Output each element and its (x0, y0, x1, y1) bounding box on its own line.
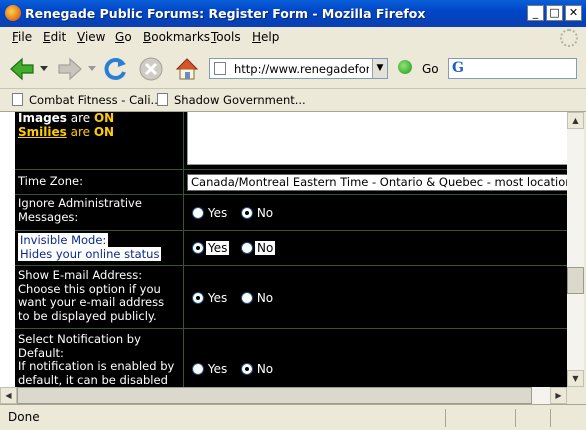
stop-icon[interactable] (137, 55, 165, 83)
register-form-table: Images are ON Smilies are ON Time Zone: … (12, 112, 567, 387)
scroll-down-button[interactable]: ▼ (567, 370, 584, 387)
throbber-icon (560, 29, 578, 47)
timezone-label: Time Zone: (18, 174, 83, 188)
home-icon[interactable] (173, 55, 201, 83)
bookmark-item[interactable]: Shadow Government... (157, 93, 306, 107)
timezone-select[interactable]: Canada/Montreal Eastern Time - Ontario &… (187, 174, 567, 191)
status-divider (445, 409, 446, 427)
menu-view[interactable]: View (77, 30, 105, 44)
ignore-admin-no[interactable]: No (241, 206, 273, 220)
search-input[interactable]: G (448, 58, 577, 79)
google-icon[interactable]: G (452, 60, 464, 76)
page-content: Images are ON Smilies are ON Time Zone: … (0, 112, 567, 387)
radio-button[interactable] (192, 363, 204, 375)
horizontal-scroll-thumb[interactable] (17, 387, 532, 404)
show-email-label: Show E-mail Address: Choose this option … (18, 268, 165, 323)
column-divider (183, 112, 184, 387)
menu-bar: File Edit View Go Bookmarks Tools Help (0, 27, 586, 49)
go-button[interactable]: Go (422, 62, 439, 76)
status-divider (550, 409, 551, 427)
back-history-dropdown[interactable] (40, 66, 48, 72)
forward-history-dropdown[interactable] (88, 66, 96, 72)
smilies-link[interactable]: Smilies (18, 125, 67, 139)
notify-yes[interactable]: Yes (192, 362, 227, 376)
url-dropdown-button[interactable]: ▼ (372, 59, 387, 78)
radio-button[interactable] (241, 363, 253, 375)
invisible-yes[interactable]: Yes (192, 241, 230, 255)
menu-edit[interactable]: Edit (43, 30, 66, 44)
scroll-right-button[interactable]: ▶ (550, 387, 567, 404)
radio-button[interactable] (241, 292, 253, 304)
notify-label: Select Notification by Default: If notif… (18, 332, 175, 387)
scroll-thumb[interactable] (567, 267, 584, 294)
url-bar[interactable]: http://www.renegadeforums.com ▼ (209, 58, 388, 79)
status-divider (515, 409, 516, 427)
menu-file[interactable]: File (12, 30, 32, 44)
bookmarks-toolbar: Combat Fitness - Cali... Shadow Governme… (0, 89, 586, 112)
firefox-icon (5, 5, 21, 21)
status-bar: Done (0, 404, 586, 430)
divider (15, 230, 567, 231)
bookmark-item[interactable]: Combat Fitness - Cali... (12, 93, 162, 107)
status-text: Done (8, 410, 40, 424)
vertical-scrollbar[interactable]: ▲ ▼ (567, 112, 584, 387)
back-arrow-icon[interactable] (8, 55, 36, 83)
invisible-no[interactable]: No (241, 241, 276, 255)
radio-button[interactable] (192, 292, 204, 304)
close-button[interactable]: ✕ (565, 5, 582, 21)
scroll-up-button[interactable]: ▲ (567, 112, 584, 129)
url-text[interactable]: http://www.renegadeforums.com (234, 62, 369, 76)
show-email-yes[interactable]: Yes (192, 291, 227, 305)
divider (15, 265, 567, 266)
radio-button[interactable] (192, 242, 204, 254)
radio-button[interactable] (241, 207, 253, 219)
window-title: Renegade Public Forums: Register Form - … (25, 6, 426, 21)
smilies-status: Smilies are ON (18, 125, 115, 139)
images-status: Images are ON (18, 112, 115, 125)
divider (15, 169, 567, 170)
forward-arrow-icon[interactable] (56, 55, 84, 83)
page-icon (12, 93, 23, 106)
scrollbar-corner (567, 387, 584, 404)
divider (15, 194, 567, 195)
ignore-admin-yes[interactable]: Yes (192, 206, 227, 220)
menu-tools[interactable]: Tools (211, 30, 241, 44)
radio-button[interactable] (241, 242, 253, 254)
show-email-no[interactable]: No (241, 291, 273, 305)
radio-button[interactable] (192, 207, 204, 219)
menu-help[interactable]: Help (252, 30, 279, 44)
ignore-admin-label: Ignore Administrative Messages: (18, 196, 142, 224)
scroll-left-button[interactable]: ◀ (0, 387, 17, 404)
go-arrow-icon[interactable] (398, 60, 412, 74)
minimize-button[interactable]: _ (527, 5, 544, 21)
divider (15, 328, 567, 329)
reload-icon[interactable] (101, 55, 129, 83)
page-icon (214, 62, 226, 75)
menu-go[interactable]: Go (115, 30, 132, 44)
title-bar: Renegade Public Forums: Register Form - … (0, 0, 586, 27)
maximize-button[interactable]: □ (546, 5, 563, 21)
notify-no[interactable]: No (241, 362, 273, 376)
horizontal-scrollbar[interactable]: ◀ ▶ (0, 387, 567, 404)
invisible-mode-label: Invisible Mode: Hides your online status (18, 233, 162, 261)
menu-bookmarks[interactable]: Bookmarks (143, 30, 210, 44)
page-icon (157, 93, 168, 106)
signature-textarea[interactable] (187, 112, 567, 165)
